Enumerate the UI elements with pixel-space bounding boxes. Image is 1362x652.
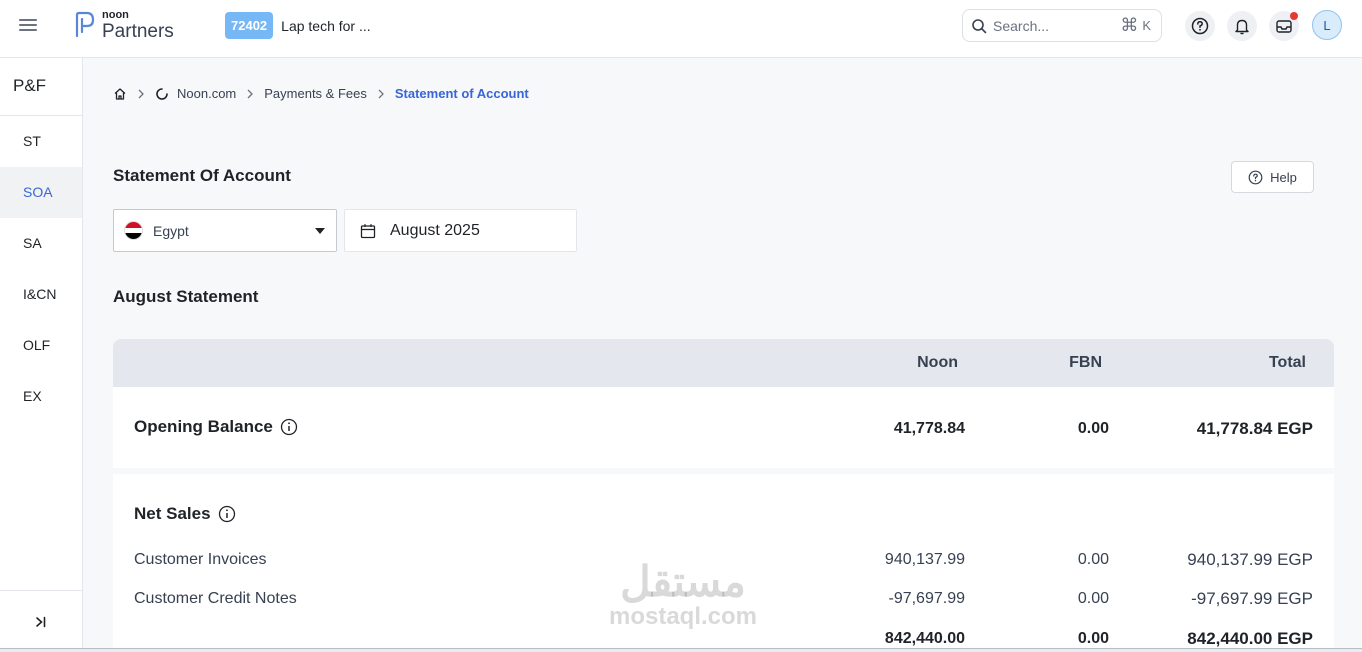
- inbox-button[interactable]: [1269, 11, 1299, 41]
- country-value: Egypt: [153, 222, 189, 239]
- opening-balance-label-group: Opening Balance: [134, 417, 298, 437]
- sidebar-item-ex[interactable]: EX: [0, 371, 82, 422]
- page-title: Statement Of Account: [113, 166, 291, 185]
- sidebar-item-sa[interactable]: SA: [0, 218, 82, 269]
- menu-icon[interactable]: [18, 16, 38, 36]
- search-box[interactable]: ⌘ K: [962, 9, 1162, 42]
- sidebar-item-st[interactable]: ST: [0, 116, 82, 167]
- horizontal-scrollbar[interactable]: [0, 648, 1362, 652]
- chevron-right-icon: [377, 89, 385, 99]
- net-sales-label: Net Sales: [134, 504, 211, 523]
- search-icon: [972, 18, 987, 33]
- bell-icon: [1235, 19, 1249, 35]
- net-sales-subtotal-noon: 842,440.00: [884, 630, 965, 647]
- help-button-label: Help: [1270, 169, 1297, 185]
- net-sales-label-group: Net Sales: [134, 504, 236, 524]
- month-value: August 2025: [390, 221, 480, 239]
- month-picker[interactable]: August 2025: [344, 209, 577, 252]
- notifications-button[interactable]: [1227, 11, 1257, 41]
- breadcrumb: Noon.com Payments & Fees Statement of Ac…: [113, 86, 529, 101]
- opening-balance-total: 41,778.84 EGP: [1196, 419, 1313, 438]
- main-content: Noon.com Payments & Fees Statement of Ac…: [83, 58, 1362, 652]
- customer-credit-notes-label: Customer Credit Notes: [134, 590, 297, 607]
- store-id-badge: 72402: [225, 12, 274, 39]
- store-name: Lap tech for ...: [281, 17, 371, 34]
- top-bar: noon Partners 72402 Lap tech for ... ⌘ K…: [0, 0, 1362, 58]
- sidebar-item-soa[interactable]: SOA: [0, 167, 82, 218]
- opening-balance-label: Opening Balance: [134, 417, 273, 436]
- egypt-flag-icon: [124, 221, 143, 240]
- country-select[interactable]: Egypt: [113, 209, 337, 252]
- logo-small-text: noon: [102, 8, 129, 21]
- calendar-icon: [360, 223, 376, 238]
- help-center-button[interactable]: [1185, 11, 1215, 41]
- loading-spinner-icon: [156, 87, 168, 100]
- breadcrumb-current: Statement of Account: [394, 86, 529, 101]
- customer-invoices-label: Customer Invoices: [134, 551, 267, 568]
- help-button[interactable]: Help: [1231, 161, 1314, 193]
- customer-invoices-fbn: 0.00: [1077, 551, 1109, 568]
- noon-partners-logo[interactable]: noon Partners: [74, 8, 174, 42]
- statement-section-title: August Statement: [113, 287, 259, 306]
- statement-table-header: Noon FBN Total: [113, 339, 1334, 387]
- column-header-fbn: FBN: [1069, 354, 1102, 371]
- search-shortcut: ⌘ K: [1120, 16, 1151, 34]
- chevron-right-icon: [246, 89, 254, 99]
- help-icon: [1191, 17, 1209, 35]
- search-input[interactable]: [993, 17, 1103, 34]
- sidebar-title: P&F: [0, 58, 82, 116]
- sidebar-expand-button[interactable]: [0, 590, 82, 652]
- customer-credit-notes-fbn: 0.00: [1077, 590, 1109, 607]
- breadcrumb-payments-fees[interactable]: Payments & Fees: [264, 86, 367, 101]
- sidebar-item-icn[interactable]: I&CN: [0, 269, 82, 320]
- opening-balance-row: Opening Balance 41,778.84 0.00 41,778.84…: [113, 387, 1334, 468]
- home-icon[interactable]: [113, 87, 127, 101]
- caret-down-icon: [315, 228, 325, 234]
- customer-invoices-noon: 940,137.99: [884, 551, 965, 568]
- sidebar: P&F ST SOA SA I&CN OLF EX: [0, 58, 83, 652]
- column-header-noon: Noon: [917, 354, 958, 371]
- question-circle-icon: [1248, 170, 1263, 184]
- inbox-notification-dot: [1290, 12, 1298, 20]
- avatar[interactable]: L: [1312, 10, 1342, 40]
- sidebar-item-olf[interactable]: OLF: [0, 320, 82, 371]
- customer-invoices-total: 940,137.99 EGP: [1187, 550, 1313, 569]
- column-header-total: Total: [1268, 354, 1306, 371]
- logo-big-text: Partners: [102, 20, 174, 42]
- opening-balance-noon: 41,778.84: [893, 420, 965, 437]
- net-sales-section: Net Sales Customer Invoices 940,137.99 0…: [113, 474, 1334, 652]
- logo-mark-icon: [75, 11, 95, 38]
- shortcut-key: K: [1142, 17, 1151, 33]
- command-key-icon: ⌘: [1120, 15, 1139, 35]
- info-icon[interactable]: [280, 418, 298, 436]
- net-sales-subtotal-fbn: 0.00: [1077, 630, 1109, 647]
- info-icon[interactable]: [218, 505, 236, 523]
- breadcrumb-noon[interactable]: Noon.com: [177, 86, 236, 101]
- opening-balance-fbn: 0.00: [1077, 420, 1109, 437]
- store-switcher[interactable]: 72402 Lap tech for ...: [225, 12, 371, 39]
- customer-credit-notes-total: -97,697.99 EGP: [1191, 589, 1313, 608]
- chevron-right-icon: [137, 89, 145, 99]
- net-sales-subtotal-total: 842,440.00 EGP: [1187, 629, 1313, 648]
- customer-credit-notes-noon: -97,697.99: [888, 590, 965, 607]
- inbox-icon: [1276, 20, 1292, 33]
- expand-sidebar-icon: [36, 616, 46, 627]
